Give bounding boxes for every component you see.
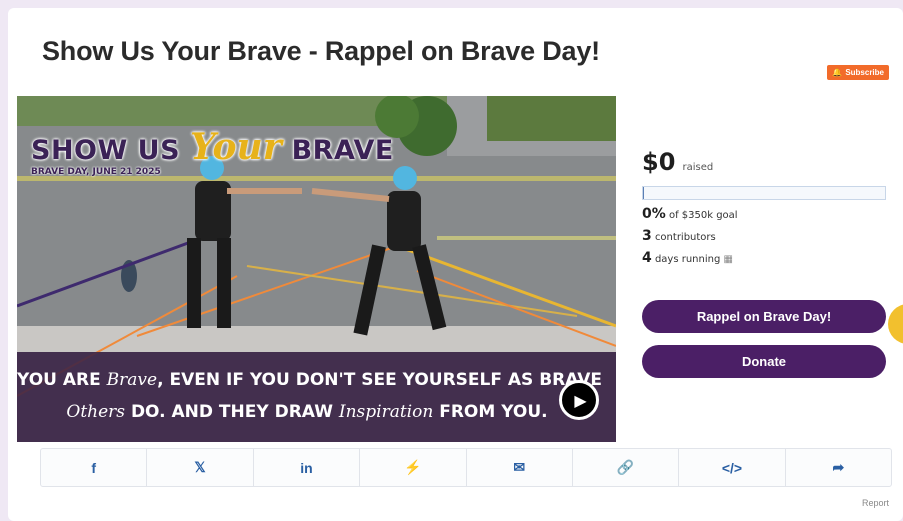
quote-line-1-a: YOU ARE xyxy=(17,370,101,390)
quote-line-1-b: , EVEN IF YOU DON'T SEE YOURSELF AS BRAV… xyxy=(157,370,603,390)
page-title: Show Us Your Brave - Rappel on Brave Day… xyxy=(42,36,600,66)
share-x-button[interactable]: 𝕏 xyxy=(147,449,254,486)
progress-fill xyxy=(643,187,645,199)
campaign-card: Show Us Your Brave - Rappel on Brave Day… xyxy=(8,8,903,521)
share-embed-button[interactable]: </> xyxy=(679,449,786,486)
quote-line-2-script-b: Inspiration xyxy=(338,402,434,422)
report-link[interactable]: Report xyxy=(862,498,889,508)
quote-line-1-script: Brave xyxy=(106,370,158,390)
quote-line-1: YOU ARE Brave, EVEN IF YOU DON'T SEE YOU… xyxy=(17,370,602,390)
share-messenger-button[interactable]: ⚡ xyxy=(360,449,467,486)
messenger-icon: ⚡ xyxy=(404,459,422,475)
subscribe-label: Subscribe xyxy=(845,68,884,77)
hero-title-script: Your xyxy=(189,126,282,168)
share-link-button[interactable]: 🔗 xyxy=(573,449,680,486)
linkedin-icon: in xyxy=(300,459,313,476)
days-label: days running xyxy=(654,254,721,265)
quote-line-2-a: DO. AND THEY DRAW xyxy=(125,402,339,422)
contributors-row: 3 contributors xyxy=(642,228,892,244)
days-row: 4 days running ▦ xyxy=(642,250,892,266)
embed-icon: </> xyxy=(721,459,743,476)
quote-line-2-b: FROM YOU. xyxy=(433,402,548,422)
donate-button[interactable]: Donate xyxy=(642,345,886,378)
raised-amount: $0 xyxy=(642,148,676,176)
calendar-icon: ▦ xyxy=(723,254,733,265)
share-share-button[interactable]: ➦ xyxy=(786,449,891,486)
fundraising-stats: $0 raised 0% of $350k goal 3 contributor… xyxy=(642,148,892,266)
raised-row: $0 raised xyxy=(642,148,892,176)
raised-label: raised xyxy=(682,162,714,173)
facebook-icon: f xyxy=(91,459,97,476)
share-email-button[interactable]: ✉ xyxy=(467,449,573,486)
hero-title-part1: SHOW US xyxy=(31,135,181,166)
days-count: 4 xyxy=(642,250,652,266)
hero-title-part2: BRAVE xyxy=(291,135,394,166)
email-icon: ✉ xyxy=(513,459,526,475)
quote-line-2: Others DO. AND THEY DRAW Inspiration FRO… xyxy=(17,402,597,422)
play-button[interactable]: ▶ xyxy=(559,380,599,420)
contributors-label: contributors xyxy=(654,232,716,243)
rappel-button[interactable]: Rappel on Brave Day! xyxy=(642,300,886,333)
share-icon: ➦ xyxy=(832,459,845,475)
link-icon: 🔗 xyxy=(616,459,635,475)
x-icon: 𝕏 xyxy=(194,459,206,475)
goal-row: 0% of $350k goal xyxy=(642,206,892,222)
hero-title: SHOW US Your BRAVE xyxy=(31,126,394,168)
progress-bar xyxy=(642,186,886,200)
share-facebook-button[interactable]: f xyxy=(41,449,148,486)
quote-banner: YOU ARE Brave, EVEN IF YOU DON'T SEE YOU… xyxy=(17,352,616,442)
play-icon: ▶ xyxy=(574,390,587,410)
share-linkedin-button[interactable]: in xyxy=(254,449,361,486)
hero-date: BRAVE DAY, JUNE 21 2025 xyxy=(31,167,161,177)
subscribe-button[interactable]: 🔔 Subscribe xyxy=(827,65,889,80)
contributors-count: 3 xyxy=(642,228,652,244)
campaign-video[interactable]: SHOW US Your BRAVE BRAVE DAY, JUNE 21 20… xyxy=(17,96,616,442)
decorative-blob xyxy=(888,304,903,344)
goal-percent: 0% xyxy=(642,206,666,222)
quote-line-2-script-a: Others xyxy=(66,402,126,422)
goal-text: of $350k goal xyxy=(668,210,738,221)
bell-icon: 🔔 xyxy=(832,67,843,77)
share-bar: f 𝕏in ⚡ ✉ 🔗 </> ➦ xyxy=(40,448,892,487)
